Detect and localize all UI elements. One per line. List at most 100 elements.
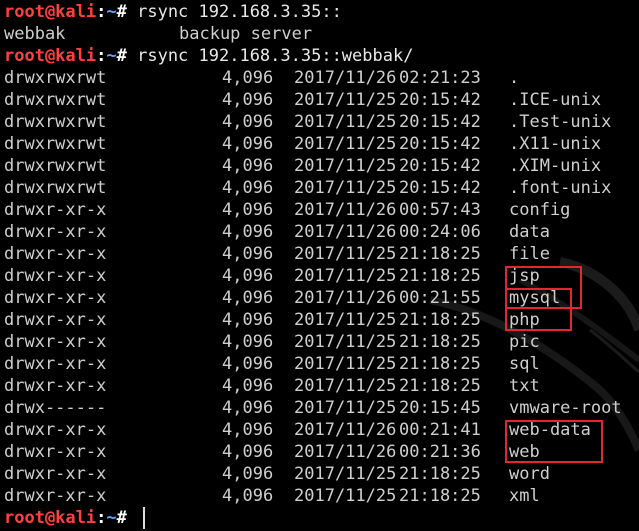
listing-row: drwxr-xr-x 4,096 2017/11/26 00:21:36 web: [4, 441, 540, 463]
entry-permissions: drwxr-xr-x: [4, 310, 107, 330]
entry-permissions: drwxr-xr-x: [4, 266, 107, 286]
terminal-window[interactable]: root@kali:~# rsync 192.168.3.35:: webbak…: [0, 0, 639, 531]
entry-date: 2017/11/26: [294, 288, 397, 308]
entry-date: 2017/11/25: [294, 354, 397, 374]
listing-row: drwxr-xr-x 4,096 2017/11/26 00:21:41 web-dat…: [4, 419, 591, 441]
entry-name: .ICE-unix: [509, 90, 602, 110]
listing: drwxrwxrwt 4,096 2017/11/26 02:21:23. drwxrw…: [4, 67, 622, 507]
entry-size: 4,096: [222, 68, 274, 88]
entry-time: 20:15:42: [399, 156, 481, 176]
entry-time: 20:15:42: [399, 178, 481, 198]
entry-permissions: drwxrwxrwt: [4, 90, 107, 110]
entry-size: 4,096: [222, 90, 274, 110]
entry-size: 4,096: [222, 464, 274, 484]
listing-row: drwxr-xr-x 4,096 2017/11/25 21:18:25 pic: [4, 331, 540, 353]
entry-permissions: drwxr-xr-x: [4, 464, 107, 484]
prompt-path: ~: [106, 2, 117, 22]
entry-permissions: drwxr-xr-x: [4, 442, 107, 462]
entry-date: 2017/11/25: [294, 332, 397, 352]
prompt-user: root@kali: [4, 2, 97, 22]
entry-time: 21:18:25: [399, 464, 481, 484]
entry-size: 4,096: [222, 134, 274, 154]
entry-size: 4,096: [222, 288, 274, 308]
entry-date: 2017/11/25: [294, 244, 397, 264]
entry-time: 21:18:25: [399, 244, 481, 264]
text-cursor[interactable]: [143, 507, 146, 529]
entry-date: 2017/11/26: [294, 200, 397, 220]
entry-permissions: drwxr-xr-x: [4, 200, 107, 220]
entry-permissions: drwxr-xr-x: [4, 486, 107, 506]
entry-date: 2017/11/25: [294, 134, 397, 154]
entry-time: 21:18:25: [399, 376, 481, 396]
entry-date: 2017/11/25: [294, 376, 397, 396]
entry-time: 02:21:23: [399, 68, 481, 88]
entry-permissions: drwxr-xr-x: [4, 376, 107, 396]
listing-row: drwxrwxrwt 4,096 2017/11/25 20:15:42 .font-u…: [4, 177, 611, 199]
prompt-symbol: #: [116, 46, 138, 66]
entry-date: 2017/11/25: [294, 178, 397, 198]
command-line[interactable]: root@kali:~#: [4, 507, 413, 529]
entry-size: 4,096: [222, 244, 274, 264]
listing-row: drwxrwxrwt 4,096 2017/11/25 20:15:42 .XIM-un…: [4, 155, 601, 177]
entry-date: 2017/11/26: [294, 442, 397, 462]
entry-permissions: drwxrwxrwt: [4, 134, 107, 154]
module-description: backup server: [179, 24, 313, 44]
entry-size: 4,096: [222, 420, 274, 440]
entry-size: 4,096: [222, 398, 274, 418]
prompt-user: root@kali: [4, 46, 97, 66]
listing-row: drwxr-xr-x 4,096 2017/11/25 21:18:25 word: [4, 463, 550, 485]
entry-name: .: [509, 68, 520, 88]
entry-time: 00:21:55: [399, 288, 481, 308]
listing-row: drwxr-xr-x 4,096 2017/11/25 21:18:25 sql: [4, 353, 540, 375]
entry-permissions: drwxr-xr-x: [4, 222, 107, 242]
entry-time: 00:57:43: [399, 200, 481, 220]
entry-date: 2017/11/25: [294, 112, 397, 132]
listing-row: drwxr-xr-x 4,096 2017/11/26 00:21:55 mysql: [4, 287, 560, 309]
command-line: root@kali:~# rsync 192.168.3.35::: [4, 1, 413, 23]
entry-name: config: [509, 200, 571, 220]
entry-size: 4,096: [222, 376, 274, 396]
listing-row: drwxrwxrwt 4,096 2017/11/26 02:21:23.: [4, 67, 519, 89]
entry-size: 4,096: [222, 442, 274, 462]
entry-time: 00:24:06: [399, 222, 481, 242]
module-name: webbak: [4, 24, 66, 44]
entry-time: 20:15:42: [399, 134, 481, 154]
prompt-separator: :: [96, 508, 107, 528]
entry-size: 4,096: [222, 266, 274, 286]
entry-permissions: drwxrwxrwt: [4, 112, 107, 132]
prompt-path: ~: [106, 46, 117, 66]
entry-size: 4,096: [222, 332, 274, 352]
entry-time: 21:18:25: [399, 332, 481, 352]
entry-size: 4,096: [222, 310, 274, 330]
terminal-output: root@kali:~# rsync 192.168.3.35:: webbak…: [4, 1, 622, 529]
entry-time: 20:15:42: [399, 90, 481, 110]
listing-row: drwxr-xr-x 4,096 2017/11/25 21:18:25 jsp: [4, 265, 540, 287]
command-text: rsync 192.168.3.35::webbak/: [137, 46, 414, 66]
entry-name: txt: [509, 376, 540, 396]
entry-permissions: drwxrwxrwt: [4, 156, 107, 176]
entry-time: 21:18:25: [399, 354, 481, 374]
prompt-separator: :: [96, 2, 107, 22]
entry-time: 21:18:25: [399, 486, 481, 506]
entry-name: data: [509, 222, 550, 242]
entry-name: .font-unix: [509, 178, 612, 198]
listing-row: drwx------ 4,096 2017/11/25 20:15:45 vmware-…: [4, 397, 622, 419]
entry-size: 4,096: [222, 112, 274, 132]
listing-row: drwxr-xr-x 4,096 2017/11/25 21:18:25 xml: [4, 485, 540, 507]
listing-row: drwxrwxrwt 4,096 2017/11/25 20:15:42 .Test-u…: [4, 111, 611, 133]
prompt-separator: :: [96, 46, 107, 66]
prompt-path: ~: [106, 508, 117, 528]
entry-time: 20:15:45: [399, 398, 481, 418]
entry-time: 00:21:41: [399, 420, 481, 440]
entry-name: pic: [509, 332, 540, 352]
entry-date: 2017/11/25: [294, 266, 397, 286]
prompt-user: root@kali: [4, 508, 97, 528]
entry-time: 20:15:42: [399, 112, 481, 132]
listing-row: drwxrwxrwt 4,096 2017/11/25 20:15:42 .ICE-un…: [4, 89, 601, 111]
entry-name: .X11-unix: [509, 134, 602, 154]
entry-time: 00:21:36: [399, 442, 481, 462]
entry-name: file: [509, 244, 550, 264]
entry-permissions: drwxrwxrwt: [4, 68, 107, 88]
entry-name: .XIM-unix: [509, 156, 602, 176]
entry-name: vmware-root: [509, 398, 622, 418]
